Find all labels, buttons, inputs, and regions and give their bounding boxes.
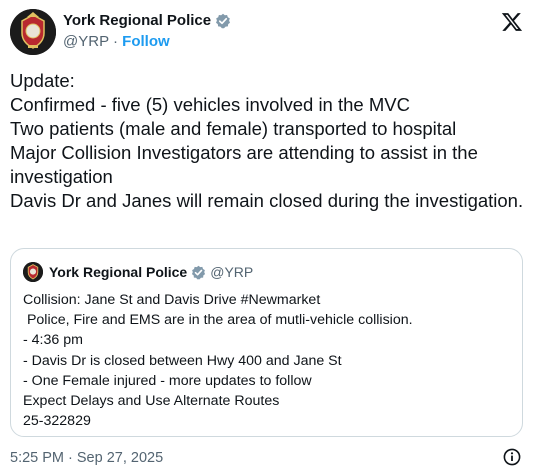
quoted-tweet-text: Collision: Jane St and Davis Drive #Newm… bbox=[23, 290, 513, 431]
verified-badge-icon bbox=[215, 13, 231, 29]
police-crest-icon bbox=[10, 9, 56, 55]
tweet-line: Major Collision Investigators are attend… bbox=[10, 142, 484, 187]
tweet-line: Update: bbox=[10, 70, 75, 91]
author-name[interactable]: York Regional Police bbox=[63, 12, 211, 30]
quoted-avatar bbox=[23, 262, 43, 282]
follow-button[interactable]: Follow bbox=[122, 33, 170, 50]
author-handle[interactable]: @YRP bbox=[63, 33, 109, 50]
tweet-header: York Regional Police @YRP · Follow bbox=[10, 9, 525, 57]
quoted-tweet[interactable]: York Regional Police @YRP Collision: Jan… bbox=[10, 248, 523, 437]
tweet-line: Confirmed - five (5) vehicles involved i… bbox=[10, 94, 410, 115]
x-logo-icon[interactable] bbox=[501, 11, 523, 33]
quoted-tweet-header: York Regional Police @YRP bbox=[23, 262, 253, 282]
handle-separator: · bbox=[108, 33, 123, 50]
quote-line: - 4:36 pm bbox=[23, 332, 83, 349]
avatar[interactable] bbox=[10, 9, 56, 55]
quote-line: Collision: Jane St and Davis Drive #Newm… bbox=[23, 292, 321, 308]
author-block: York Regional Police @YRP · Follow bbox=[63, 12, 231, 51]
police-crest-icon bbox=[23, 262, 43, 282]
quote-line: Expect Delays and Use Alternate Routes bbox=[23, 393, 280, 410]
tweet-line: Davis Dr and Janes will remain closed du… bbox=[10, 190, 524, 211]
quoted-author-name: York Regional Police bbox=[49, 264, 188, 280]
verified-badge-icon bbox=[191, 265, 206, 280]
quote-line: 25-322829 bbox=[23, 413, 91, 430]
tweet-text: Update: Confirmed - five (5) vehicles in… bbox=[10, 69, 525, 213]
info-icon[interactable] bbox=[503, 448, 521, 466]
quoted-author-handle: @YRP bbox=[210, 264, 254, 280]
quote-line: Police, Fire and EMS are in the area of … bbox=[23, 312, 413, 329]
quote-line: - Davis Dr is closed between Hwy 400 and… bbox=[23, 352, 342, 369]
tweet-line: Two patients (male and female) transport… bbox=[10, 118, 457, 139]
quote-line: - One Female injured - more updates to f… bbox=[23, 372, 312, 389]
tweet-timestamp[interactable]: 5:25 PM · Sep 27, 2025 bbox=[10, 450, 163, 466]
